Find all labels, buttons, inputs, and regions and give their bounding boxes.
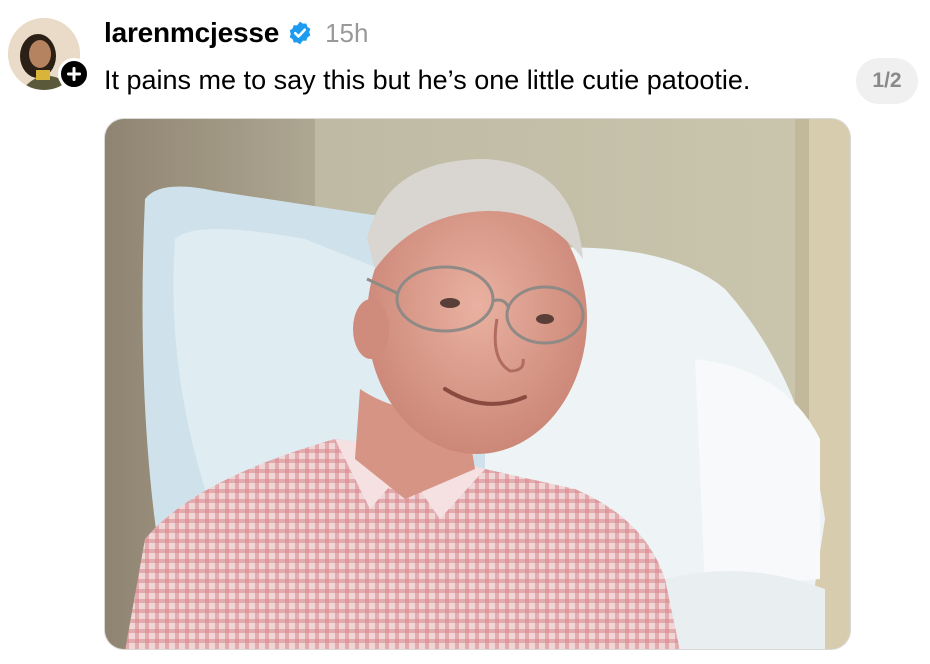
post-photo[interactable]: [104, 118, 851, 650]
thread-post: larenmcjesse 15h It pains me to say this…: [0, 0, 930, 664]
avatar-container: [8, 18, 90, 90]
username-link[interactable]: larenmcjesse: [104, 17, 279, 49]
post-header: larenmcjesse 15h: [104, 14, 368, 52]
post-caption: It pains me to say this but he’s one lit…: [104, 65, 751, 95]
media-counter: 1/2: [856, 58, 918, 104]
follow-button[interactable]: [58, 58, 90, 90]
post-timestamp[interactable]: 15h: [325, 18, 368, 49]
plus-icon: [67, 67, 81, 81]
verified-badge-icon: [287, 20, 313, 46]
